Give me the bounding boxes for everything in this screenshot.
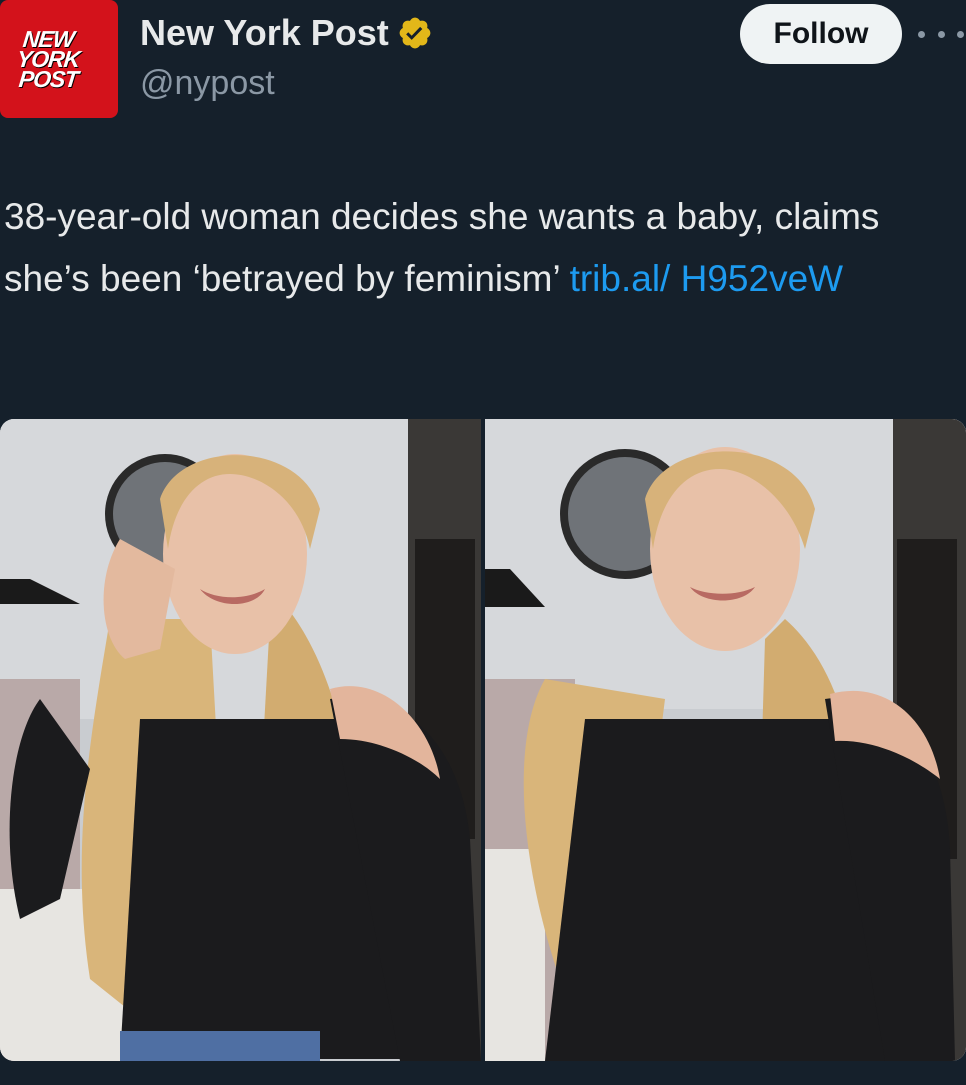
bottom-bar (0, 1075, 966, 1085)
dot (918, 30, 925, 38)
display-name[interactable]: New York Post (140, 12, 389, 54)
tweet-text: 38-year-old woman decides she wants a ba… (4, 186, 964, 310)
handle[interactable]: @nypost (140, 64, 275, 103)
photo-right-image (485, 419, 966, 1061)
photo-right[interactable] (485, 419, 966, 1061)
gold-verified-icon[interactable] (397, 15, 433, 51)
more-icon[interactable] (918, 26, 964, 42)
tweet-header: NEW YORK POST New York Post @nypost Foll… (0, 0, 966, 130)
logo-line-3: POST (17, 66, 79, 92)
dot (957, 30, 964, 38)
media-grid[interactable] (0, 419, 966, 1061)
tweet-link[interactable]: trib.al/ H952veW (570, 258, 844, 299)
name-row: New York Post (140, 12, 433, 54)
avatar[interactable]: NEW YORK POST (0, 0, 118, 118)
follow-button[interactable]: Follow (740, 4, 902, 64)
photo-left-image (0, 419, 481, 1061)
photo-left[interactable] (0, 419, 481, 1061)
dot (937, 30, 945, 38)
